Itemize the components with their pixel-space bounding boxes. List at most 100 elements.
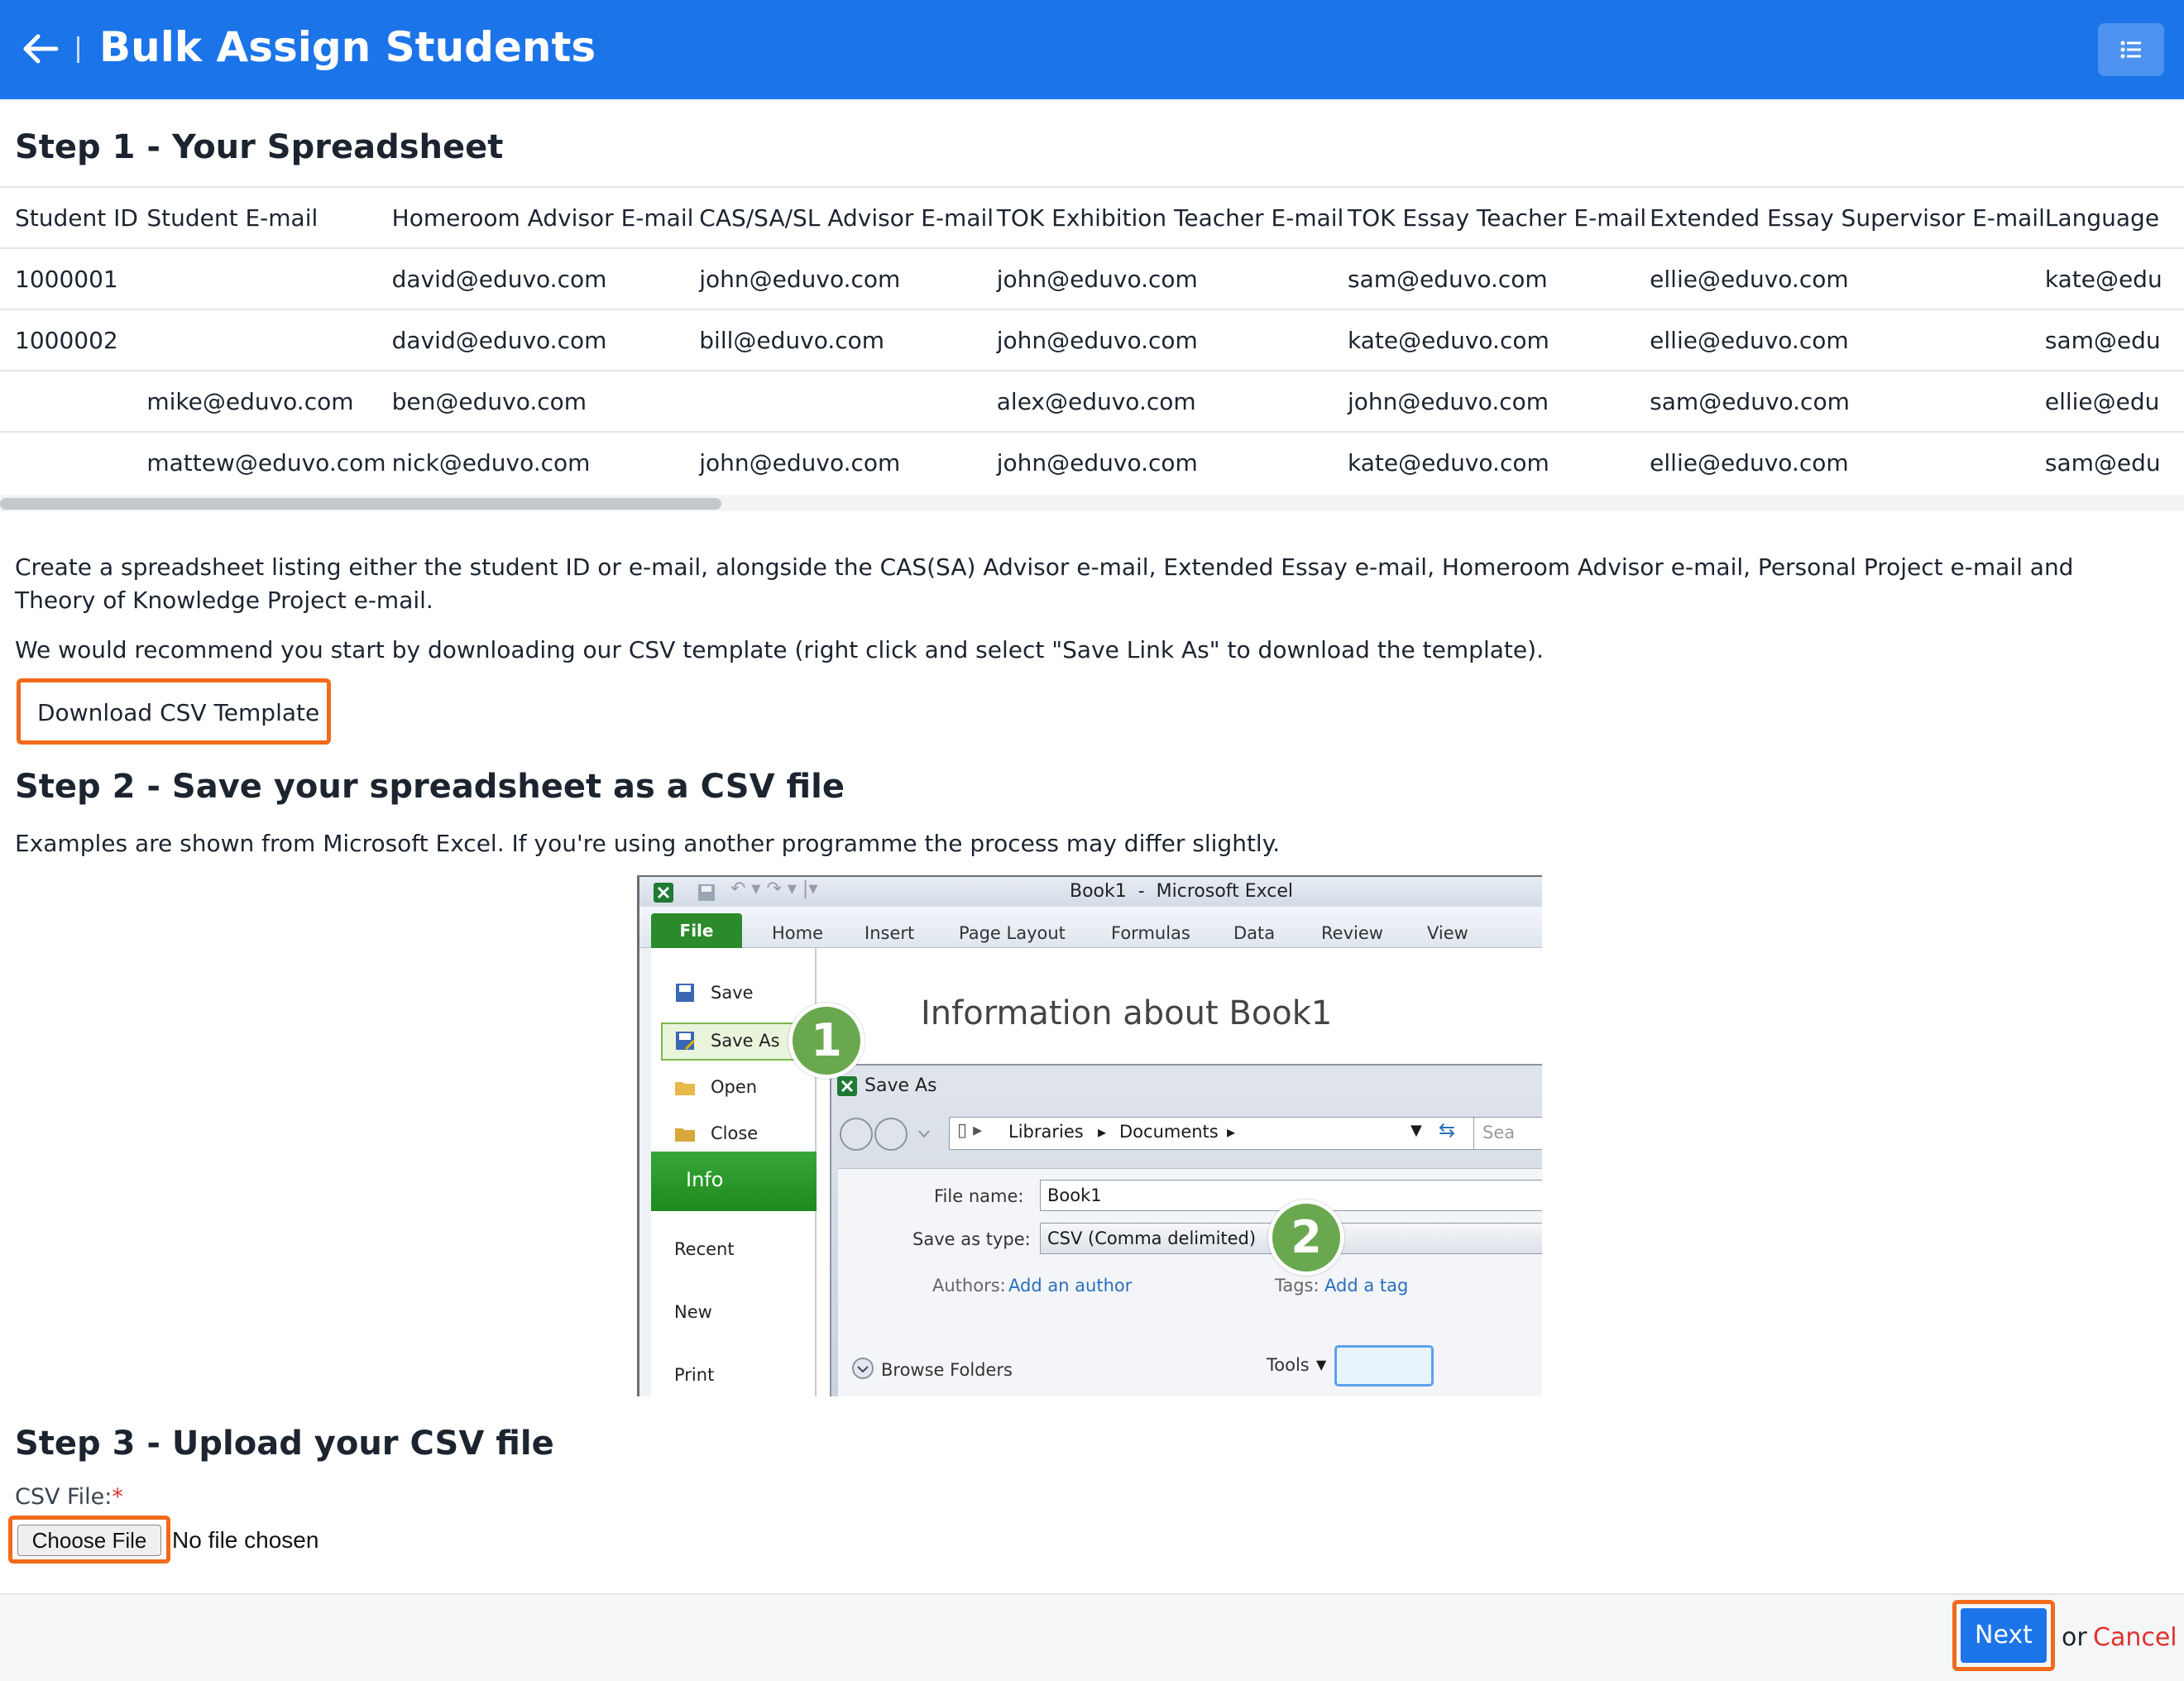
undo-icon: ↶ ▾ ↷ ▾ |▾ [730, 879, 818, 899]
excel-ribbon-tab: Home [772, 923, 824, 943]
save-dialog-button [1334, 1345, 1434, 1386]
column-header: Student ID [0, 186, 147, 249]
table-cell [699, 371, 997, 433]
table-cell: sam@eduvo.com [1650, 371, 2045, 433]
step3-heading: Step 3 - Upload your CSV file [15, 1425, 554, 1463]
excel-info-title: Information about Book1 [921, 994, 1333, 1032]
spreadsheet-example-table: Student ID Student E-mail Homeroom Advis… [0, 186, 2184, 492]
form-footer [0, 1593, 2184, 1681]
excel-ribbon-tab: Page Layout [959, 923, 1066, 943]
table-cell: john@eduvo.com [996, 432, 1348, 492]
excel-menu-save: Save [711, 983, 754, 1003]
authors-label: Authors: [932, 1276, 1006, 1295]
breadcrumb-documents: Documents [1119, 1122, 1219, 1142]
browse-folders-chevron-icon [852, 1358, 874, 1379]
table-cell [0, 371, 147, 433]
table-cell: 1000001 [0, 248, 147, 310]
search-placeholder: Sea [1482, 1123, 1516, 1142]
download-csv-template-label: Download CSV Template [37, 699, 320, 726]
table-cell: john@eduvo.com [996, 309, 1348, 371]
excel-menu-print: Print [674, 1365, 715, 1385]
table-cell: mattew@eduvo.com [146, 432, 392, 492]
table-cell: ben@eduvo.com [391, 371, 700, 433]
excel-file-tab: File [651, 913, 742, 948]
table-cell: alex@eduvo.com [996, 371, 1348, 433]
excel-ribbon-tab: View [1427, 923, 1468, 943]
column-header: Language [2044, 186, 2184, 249]
excel-menu-new: New [674, 1302, 712, 1322]
cancel-link[interactable]: Cancel [2093, 1623, 2177, 1652]
excel-window-title: Book1 - Microsoft Excel [1070, 881, 1294, 902]
add-tag-link: Add a tag [1324, 1276, 1409, 1295]
list-menu-button[interactable] [2098, 23, 2164, 76]
step1-description: Create a spreadsheet listing either the … [15, 553, 2074, 614]
table-cell: bill@eduvo.com [699, 309, 997, 371]
excel-menu-close: Close [711, 1123, 759, 1143]
table-cell: kate@edu [2044, 248, 2184, 310]
excel-logo-icon [654, 883, 673, 903]
add-author-link: Add an author [1008, 1276, 1133, 1295]
header-divider [77, 36, 79, 63]
back-arrow-icon[interactable] [20, 28, 61, 69]
table-cell: john@eduvo.com [699, 432, 997, 492]
list-icon [2120, 41, 2141, 59]
table-cell: kate@eduvo.com [1348, 432, 1650, 492]
column-header: Extended Essay Supervisor E-mail [1650, 186, 2045, 249]
folder-path-icon: ▯ ▸ [957, 1120, 983, 1141]
table-cell: sam@edu [2044, 432, 2184, 492]
table-cell: mike@eduvo.com [146, 371, 392, 433]
download-csv-template-button[interactable]: Download CSV Template [17, 678, 331, 745]
breadcrumb-separator-icon: ▸ [1098, 1122, 1107, 1142]
table-cell: david@eduvo.com [391, 248, 700, 310]
page-title: Bulk Assign Students [99, 23, 596, 71]
column-header: Student E-mail [146, 186, 392, 249]
table-cell: john@eduvo.com [1348, 371, 1650, 433]
path-dropdown-icon: ▼ [1410, 1122, 1422, 1139]
table-cell: kate@eduvo.com [1348, 309, 1650, 371]
table-cell: ellie@eduvo.com [1650, 432, 2045, 492]
step1-heading: Step 1 - Your Spreadsheet [15, 128, 504, 166]
search-box: Sea [1473, 1117, 1542, 1150]
excel-menu-save-as: Save As [711, 1031, 780, 1051]
column-header: Homeroom Advisor E-mail [391, 186, 700, 249]
csv-file-label: CSV File:* [15, 1484, 123, 1510]
table-row: mattew@eduvo.com nick@eduvo.com john@edu… [0, 432, 2184, 492]
save-as-type-label: Save as type: [912, 1229, 1031, 1249]
table-cell [146, 248, 392, 310]
step2-description: Examples are shown from Microsoft Excel.… [15, 830, 1281, 857]
table-cell: david@eduvo.com [391, 309, 700, 371]
breadcrumb-separator-icon: ▸ [1227, 1122, 1236, 1142]
table-header-row: Student ID Student E-mail Homeroom Advis… [0, 186, 2184, 249]
table-cell: 1000002 [0, 309, 147, 371]
step-badge-1: 1 [788, 1003, 864, 1079]
tools-dropdown-icon: ▼ [1316, 1357, 1327, 1372]
save-as-dialog-title: Save As [864, 1075, 937, 1096]
tags-label: Tags: [1275, 1276, 1320, 1295]
table-cell: ellie@eduvo.com [1650, 248, 2045, 310]
choose-file-button[interactable]: Choose File [17, 1525, 161, 1556]
back-forward-icon [840, 1118, 930, 1151]
or-text: or [2062, 1623, 2087, 1652]
breadcrumb-libraries: Libraries [1008, 1122, 1084, 1142]
next-button[interactable]: Next [1961, 1608, 2047, 1663]
excel-save-as-screenshot: ↶ ▾ ↷ ▾ |▾ Book1 - Microsoft Excel File … [637, 875, 1542, 1396]
excel-dialog-icon [837, 1076, 857, 1096]
top-bar: Bulk Assign Students [0, 0, 2184, 99]
table-row: mike@eduvo.com ben@eduvo.com alex@eduvo.… [0, 371, 2184, 433]
required-marker: * [112, 1484, 123, 1510]
csv-file-label-text: CSV File: [15, 1484, 113, 1510]
excel-ribbon-tab: Review [1321, 923, 1383, 943]
step2-heading: Step 2 - Save your spreadsheet as a CSV … [15, 768, 845, 806]
table-cell [0, 432, 147, 492]
file-name-label: File name: [934, 1186, 1024, 1206]
table-cell: nick@eduvo.com [391, 432, 700, 492]
table-cell: john@eduvo.com [996, 248, 1348, 310]
tools-label: Tools [1267, 1355, 1310, 1375]
excel-ribbon-tab: Data [1233, 923, 1276, 943]
excel-ribbon-tab: Formulas [1111, 923, 1190, 943]
excel-titlebar: ↶ ▾ ↷ ▾ |▾ Book1 - Microsoft Excel [639, 877, 1542, 907]
horizontal-scrollbar-thumb[interactable] [0, 498, 721, 510]
save-icon [676, 984, 694, 1002]
browse-folders-label: Browse Folders [881, 1360, 1013, 1380]
open-folder-icon [675, 1082, 695, 1095]
